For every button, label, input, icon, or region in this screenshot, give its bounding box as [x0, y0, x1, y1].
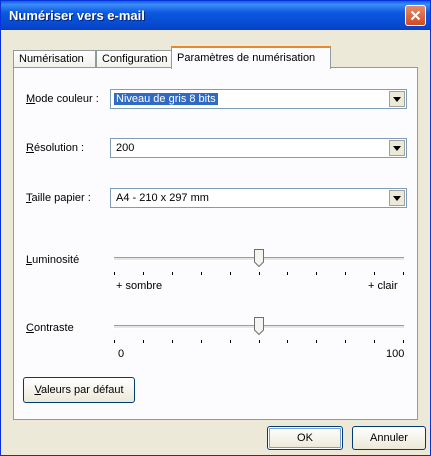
- ok-button[interactable]: OK: [267, 426, 343, 450]
- tab-label: Paramètres de numérisation: [177, 52, 316, 64]
- luminosite-label: Luminosité: [26, 254, 80, 266]
- slider-tick: [287, 340, 288, 343]
- title-bar[interactable]: Numériser vers e-mail: [1, 1, 430, 30]
- slider-tick: [374, 340, 375, 343]
- tab-label: Configuration: [102, 53, 168, 65]
- dropdown-button[interactable]: [389, 91, 405, 107]
- cancel-button[interactable]: Annuler: [352, 426, 426, 450]
- ok-button-label: OK: [297, 432, 313, 444]
- chevron-down-icon: [393, 195, 401, 201]
- taille-papier-label: Taille papier :: [26, 192, 91, 204]
- taille-papier-value: A4 - 210 x 297 mm: [116, 192, 209, 204]
- close-button[interactable]: [405, 5, 426, 26]
- slider-tick: [287, 272, 288, 275]
- contraste-min-label: 0: [118, 348, 125, 360]
- slider-tick: [345, 272, 346, 275]
- slider-tick: [316, 340, 317, 343]
- tab-configuration[interactable]: Configuration: [96, 50, 174, 68]
- slider-tick: [114, 340, 115, 343]
- slider-tick: [259, 272, 260, 275]
- slider-tick: [316, 272, 317, 275]
- slider-tick: [403, 272, 404, 275]
- window-title: Numériser vers e-mail: [9, 8, 145, 23]
- resolution-value: 200: [116, 142, 135, 154]
- luminosite-max-label: + clair: [368, 280, 398, 292]
- contraste-max-label: 100: [386, 348, 405, 360]
- dropdown-button[interactable]: [389, 190, 405, 206]
- mode-couleur-select[interactable]: Niveau de gris 8 bits: [110, 89, 407, 109]
- slider-tick: [143, 340, 144, 343]
- slider-thumb[interactable]: [254, 317, 264, 335]
- slider-thumb[interactable]: [254, 249, 264, 267]
- mode-couleur-value: Niveau de gris 8 bits: [114, 93, 218, 105]
- contraste-slider[interactable]: [114, 316, 404, 356]
- resolution-select[interactable]: 200: [110, 138, 407, 158]
- slider-tick: [172, 340, 173, 343]
- taille-papier-select[interactable]: A4 - 210 x 297 mm: [110, 188, 407, 208]
- close-icon: [410, 10, 421, 21]
- slider-tick: [259, 340, 260, 343]
- contraste-label: Contraste: [26, 322, 74, 334]
- slider-tick: [230, 340, 231, 343]
- slider-tick: [345, 340, 346, 343]
- settings-panel: Mode couleur : Niveau de gris 8 bits Rés…: [13, 67, 418, 420]
- dialog-window: Numériser vers e-mail Numérisation Confi…: [0, 0, 431, 456]
- slider-tick: [201, 272, 202, 275]
- cancel-button-label: Annuler: [370, 432, 408, 444]
- slider-tick: [374, 272, 375, 275]
- tab-numerisation[interactable]: Numérisation: [13, 50, 96, 68]
- resolution-label: Résolution :: [26, 142, 85, 154]
- mode-couleur-label: Mode couleur :: [26, 93, 99, 105]
- slider-tick: [114, 272, 115, 275]
- dropdown-button[interactable]: [389, 140, 405, 156]
- slider-tick: [201, 340, 202, 343]
- slider-tick: [172, 272, 173, 275]
- defaults-button-label: Valeurs par défaut: [34, 384, 124, 396]
- slider-tick: [143, 272, 144, 275]
- tab-parametres-numerisation[interactable]: Paramètres de numérisation: [171, 46, 331, 69]
- chevron-down-icon: [393, 145, 401, 151]
- chevron-down-icon: [393, 96, 401, 102]
- slider-tick: [403, 340, 404, 343]
- defaults-button[interactable]: Valeurs par défaut: [23, 377, 135, 403]
- slider-tick: [230, 272, 231, 275]
- luminosite-min-label: + sombre: [116, 280, 163, 292]
- tab-label: Numérisation: [19, 53, 84, 65]
